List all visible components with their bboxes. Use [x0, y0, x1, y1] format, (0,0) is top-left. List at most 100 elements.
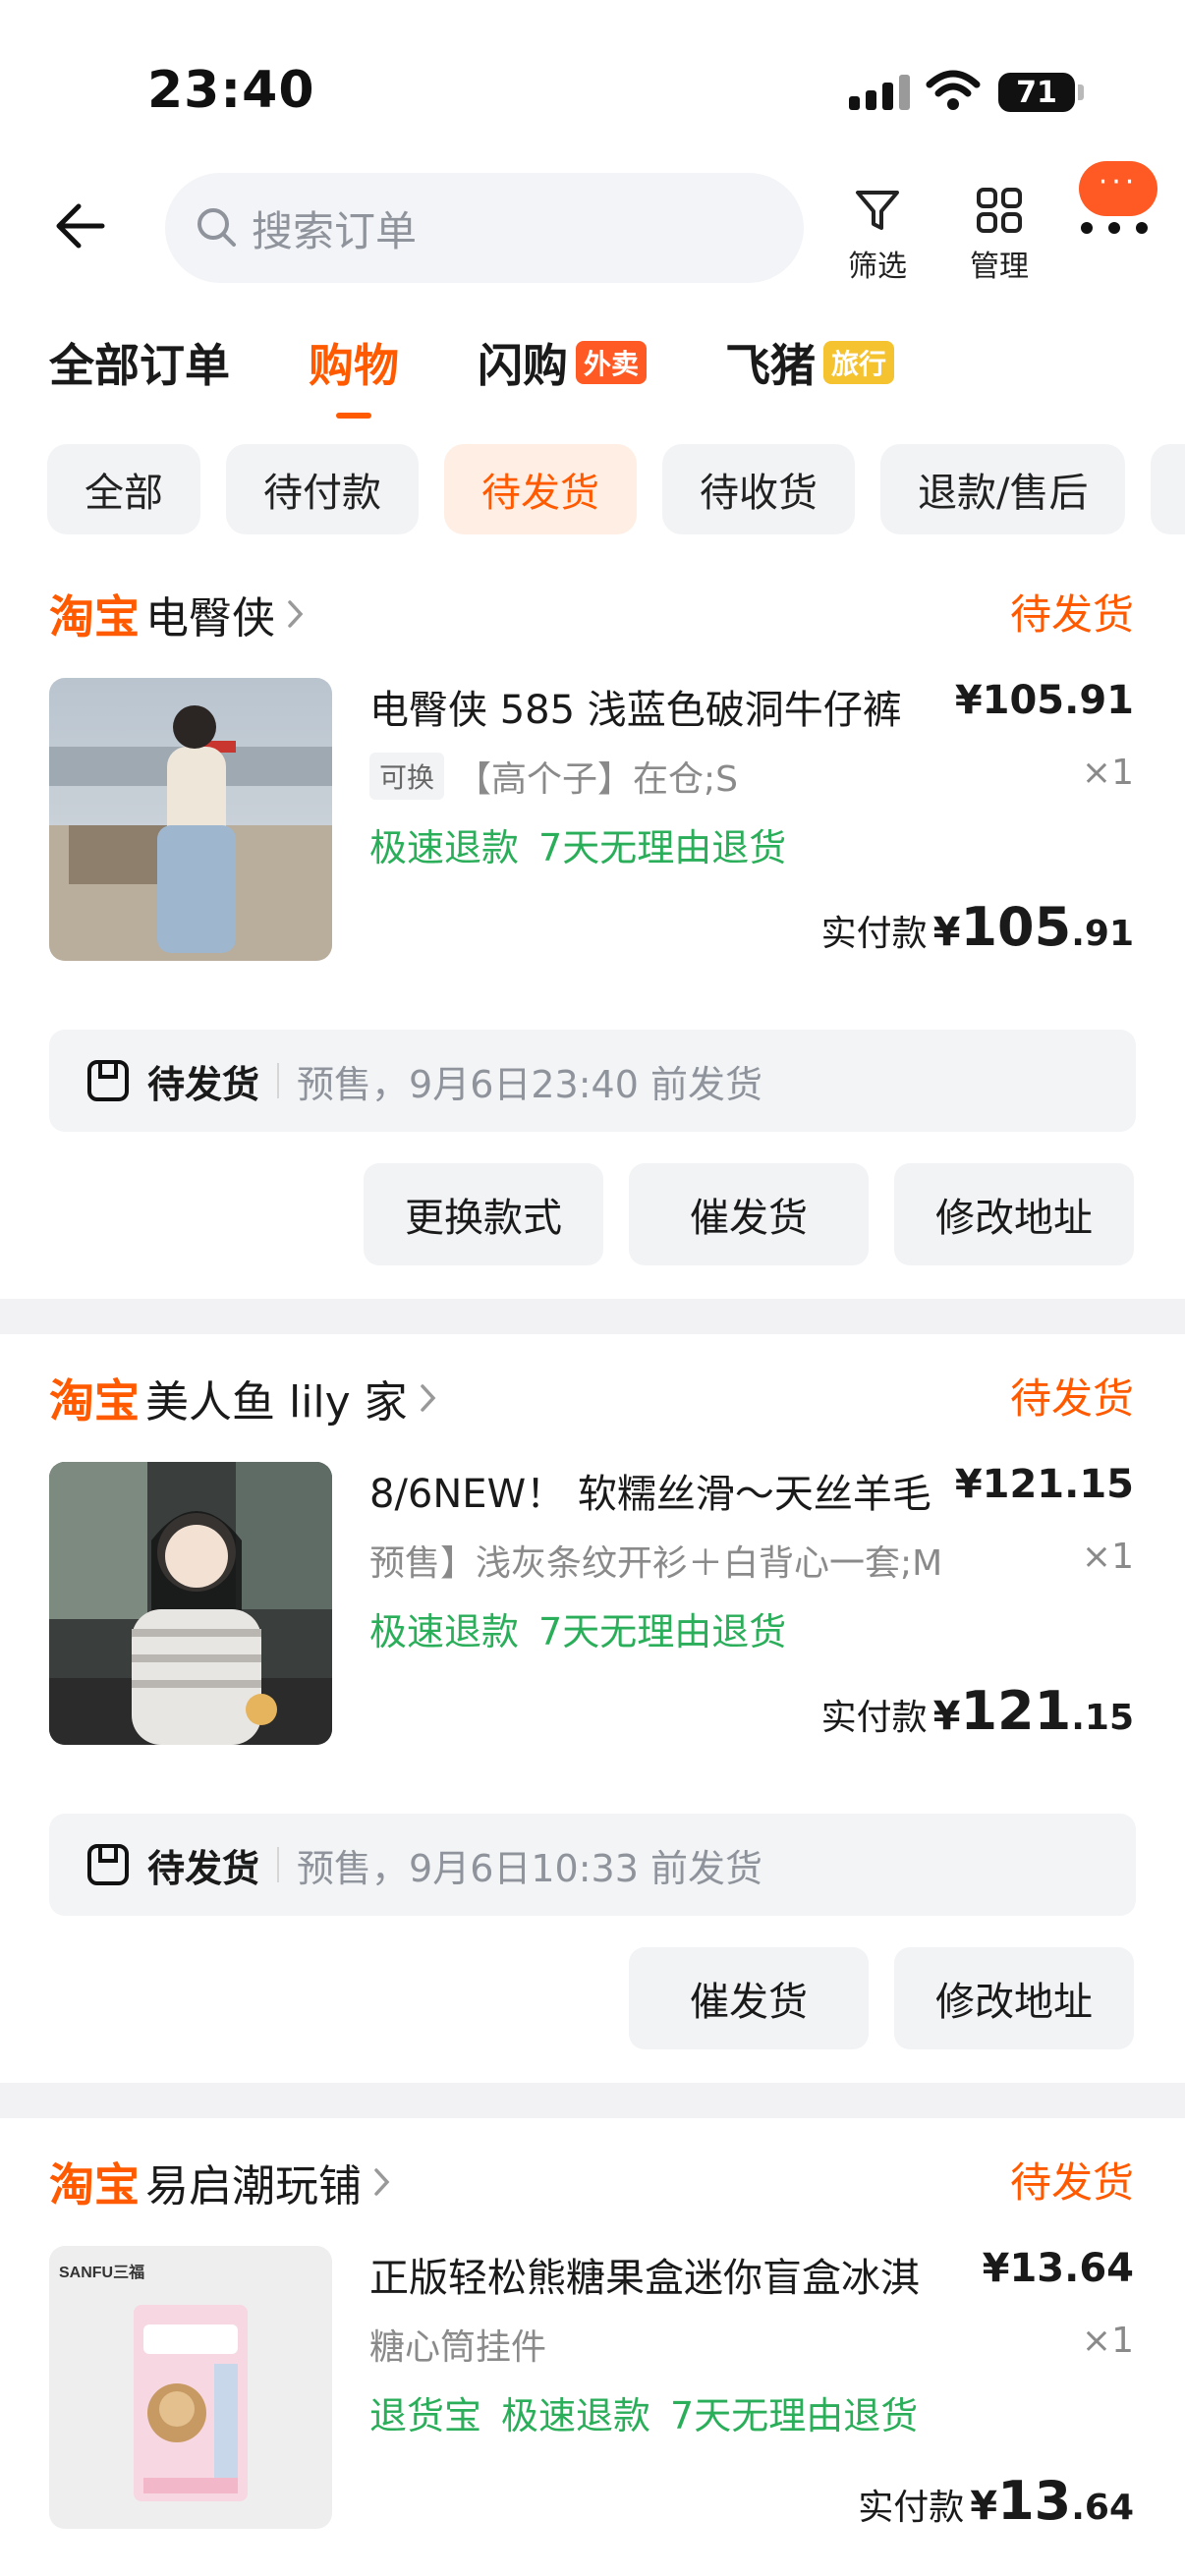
search-placeholder: 搜索订单: [252, 206, 418, 255]
paid-currency: ¥: [932, 1694, 961, 1739]
chevron-right-icon: [374, 2168, 390, 2196]
paid-label: 实付款: [858, 2488, 965, 2528]
taobao-logo: 淘宝: [49, 2158, 140, 2212]
benefit-7day-return: 7天无理由退货: [670, 2394, 919, 2437]
chevron-right-icon: [420, 1384, 436, 1412]
unit-price: ¥121.15: [954, 1462, 1134, 1507]
product-title[interactable]: 电臀侠 585 浅蓝色破洞牛仔裤: [369, 678, 959, 735]
product-image[interactable]: SANFU三福: [49, 2246, 332, 2529]
wifi-icon: [926, 70, 981, 110]
travel-tag: 旅行: [823, 341, 895, 384]
filter-icon: [856, 191, 899, 230]
sku-row: 可换 【高个子】在仓;S: [369, 751, 738, 802]
order-status: 待发货: [1009, 590, 1134, 639]
order-category-tabs: 全部订单 购物 闪购 外卖 飞猪 旅行: [49, 330, 973, 419]
quantity: ×1: [1081, 1537, 1134, 1577]
battery-tip: [1078, 84, 1084, 100]
service-benefits: 极速退款 7天无理由退货: [369, 1601, 786, 1655]
benefit-fast-refund: 极速退款: [369, 826, 520, 869]
tab-all-orders[interactable]: 全部订单: [49, 330, 230, 395]
chip-pending-receipt[interactable]: 待收货: [662, 444, 855, 534]
sku-text: 预售】浅灰条纹开衫＋白背心一套;M: [369, 1543, 943, 1584]
service-benefits: 退货宝 极速退款 7天无理由退货: [369, 2385, 918, 2439]
paid-decimal: .64: [1071, 2488, 1134, 2528]
chip-all[interactable]: 全部: [47, 444, 200, 534]
shipping-deadline: 预售，9月6日10:33 前发货: [297, 1846, 762, 1890]
tab-shopping[interactable]: 购物: [309, 330, 399, 419]
paid-integer: 105: [960, 896, 1072, 958]
filter-label: 筛选: [848, 250, 907, 284]
shipping-info-bar[interactable]: 待发货 预售，9月6日10:33 前发货: [49, 1814, 1136, 1916]
shop-header[interactable]: 淘宝 易启潮玩铺: [49, 2150, 393, 2214]
unit-price: ¥105.91: [954, 678, 1134, 723]
product-image[interactable]: [49, 678, 332, 961]
shipping-deadline: 预售，9月6日23:40 前发货: [297, 1062, 762, 1106]
sku-text: 【高个子】在仓;S: [456, 759, 738, 800]
sku-row: 糖心筒挂件: [369, 2319, 546, 2370]
paid-label: 实付款: [820, 914, 928, 954]
shipping-info-bar[interactable]: 待发货 预售，9月6日23:40 前发货: [49, 1030, 1136, 1132]
order-status: 待发货: [1009, 1374, 1134, 1423]
order-card: 淘宝 电臀侠 待发货 电臀侠 585 浅蓝色破洞牛仔裤 ¥105.91 可换 【…: [0, 582, 1185, 1289]
section-divider: [0, 2083, 1185, 2118]
product-title[interactable]: 8/6NEW！ 软糯丝滑～天丝羊毛: [369, 1462, 959, 1519]
benefit-return-insurance: 退货宝: [369, 2394, 482, 2437]
shop-header[interactable]: 淘宝 美人鱼 lily 家: [49, 1366, 439, 1430]
paid-decimal: .91: [1071, 914, 1134, 954]
taobao-logo: 淘宝: [49, 590, 140, 644]
order-status: 待发货: [1009, 2158, 1134, 2207]
sku-row: 预售】浅灰条纹开衫＋白背心一套;M: [369, 1535, 942, 1586]
tab-fliggy[interactable]: 飞猪 旅行: [725, 330, 895, 395]
order-search-input[interactable]: 搜索订单: [165, 173, 804, 283]
shop-header[interactable]: 淘宝 电臀侠: [49, 582, 307, 646]
unit-price: ¥13.64: [982, 2246, 1134, 2291]
shipping-status: 待发货: [147, 1846, 260, 1890]
modify-address-button[interactable]: 修改地址: [894, 1163, 1134, 1265]
tab-flash-buy[interactable]: 闪购 外卖: [478, 330, 648, 395]
more-menu-button[interactable]: ···: [1073, 161, 1175, 240]
paid-amount: 实付款 ¥ 121 .15: [821, 1680, 1134, 1742]
urge-shipping-button[interactable]: 催发货: [629, 1947, 869, 2049]
benefit-7day-return: 7天无理由退货: [538, 826, 787, 869]
order-actions: 催发货 修改地址: [629, 1947, 1134, 2049]
filter-button[interactable]: 筛选: [833, 185, 922, 285]
change-style-button[interactable]: 更换款式: [364, 1163, 603, 1265]
benefit-fast-refund: 极速退款: [501, 2394, 651, 2437]
chip-more[interactable]: [1151, 444, 1185, 534]
shop-name: 易启潮玩铺: [145, 2161, 362, 2212]
quantity: ×1: [1081, 753, 1134, 793]
sku-text: 糖心筒挂件: [369, 2327, 547, 2368]
status-filter-chips: 全部 待付款 待发货 待收货 退款/售后: [47, 444, 1185, 534]
package-icon: [87, 1060, 129, 1101]
back-arrow-icon[interactable]: [51, 196, 110, 255]
chip-pending-payment[interactable]: 待付款: [226, 444, 419, 534]
paid-amount: 实付款 ¥ 105 .91: [821, 896, 1134, 958]
package-icon: [87, 1844, 129, 1885]
cellular-signal-icon: [849, 75, 910, 110]
more-dots-icon: [1081, 222, 1148, 234]
modify-address-button[interactable]: 修改地址: [894, 1947, 1134, 2049]
exchangeable-badge: 可换: [369, 753, 445, 800]
search-icon: [198, 208, 236, 247]
shipping-status: 待发货: [147, 1062, 260, 1106]
urge-shipping-button[interactable]: 催发货: [629, 1163, 869, 1265]
battery-icon: 71: [998, 73, 1075, 112]
shop-name: 电臀侠: [145, 593, 275, 644]
manage-button[interactable]: 管理: [955, 185, 1044, 285]
benefit-7day-return: 7天无理由退货: [538, 1610, 787, 1653]
manage-grid-icon: [977, 188, 1022, 233]
paid-integer: 13: [997, 2470, 1072, 2532]
product-image[interactable]: [49, 1462, 332, 1745]
takeout-tag: 外卖: [576, 341, 648, 384]
paid-amount: 实付款 ¥ 13 .64: [858, 2470, 1134, 2532]
product-title[interactable]: 正版轻松熊糖果盒迷你盲盒冰淇: [369, 2246, 959, 2303]
brand-logo-text: SANFU三福: [59, 2263, 144, 2281]
message-bubble-icon: ···: [1079, 161, 1157, 216]
chip-pending-shipment[interactable]: 待发货: [444, 444, 637, 534]
separator: [277, 1063, 280, 1098]
benefit-fast-refund: 极速退款: [369, 1610, 520, 1653]
manage-label: 管理: [970, 250, 1029, 284]
quantity: ×1: [1081, 2321, 1134, 2361]
chevron-right-icon: [288, 600, 304, 628]
chip-refund-aftersale[interactable]: 退款/售后: [880, 444, 1126, 534]
